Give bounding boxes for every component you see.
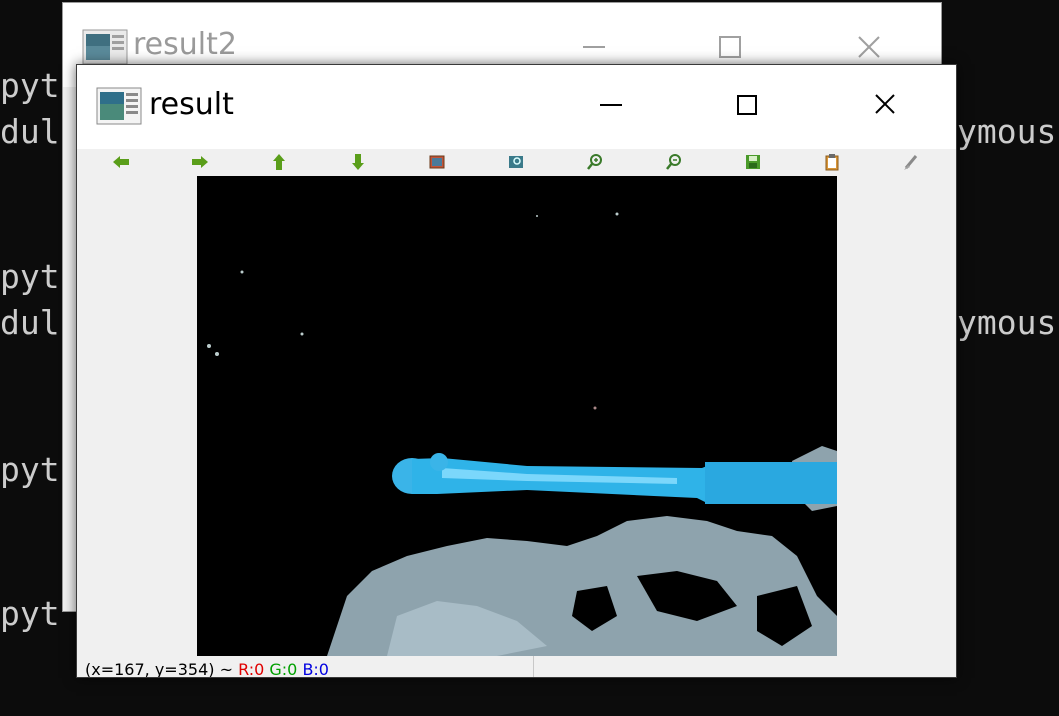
arrow-right-icon[interactable]: [190, 153, 210, 171]
app-window-icon: [82, 29, 128, 69]
window-title: result2: [133, 27, 237, 62]
status-red: R:0: [238, 660, 265, 678]
close-icon[interactable]: [863, 87, 907, 123]
minimize-icon[interactable]: [575, 31, 615, 63]
zoom-region-icon[interactable]: [506, 153, 526, 171]
result-image: [197, 176, 837, 656]
window-result[interactable]: result (x=167, y=354) ~ R:0 G:0 B:0: [76, 64, 957, 678]
status-bar: (x=167, y=354) ~ R:0 G:0 B:0: [77, 656, 956, 678]
terminal-line: dul: [0, 112, 60, 151]
terminal-line: pyt: [0, 594, 60, 633]
terminal-line: pyt: [0, 66, 60, 105]
terminal-line: ymous: [957, 303, 1057, 342]
status-coords-text: (x=167, y=354) ~: [85, 660, 233, 678]
app-window-icon: [96, 87, 142, 129]
terminal-line: dul: [0, 303, 60, 342]
close-icon[interactable]: [849, 31, 889, 63]
image-viewport[interactable]: [197, 176, 837, 656]
maximize-icon[interactable]: [725, 87, 769, 123]
save-icon[interactable]: [743, 153, 763, 171]
zoom-out-icon[interactable]: [664, 153, 684, 171]
image-toolbar: [77, 149, 956, 175]
terminal-line: pyt: [0, 450, 60, 489]
zoom-in-icon[interactable]: [585, 153, 605, 171]
arrow-down-icon[interactable]: [348, 153, 368, 171]
brush-icon[interactable]: [901, 153, 921, 171]
status-green: G:0: [269, 660, 298, 678]
terminal-line: ymous: [957, 112, 1057, 151]
minimize-icon[interactable]: [589, 87, 633, 123]
status-blue: B:0: [302, 660, 329, 678]
maximize-icon[interactable]: [711, 31, 751, 63]
arrow-left-icon[interactable]: [111, 153, 131, 171]
window-titlebar[interactable]: result: [77, 65, 956, 149]
clipboard-icon[interactable]: [822, 153, 842, 171]
terminal-line: pyt: [0, 257, 60, 296]
image-icon[interactable]: [427, 153, 447, 171]
status-coordinates: (x=167, y=354) ~ R:0 G:0 B:0: [85, 660, 329, 678]
window-title: result: [149, 87, 234, 122]
status-divider: [533, 656, 534, 677]
arrow-up-icon[interactable]: [269, 153, 289, 171]
